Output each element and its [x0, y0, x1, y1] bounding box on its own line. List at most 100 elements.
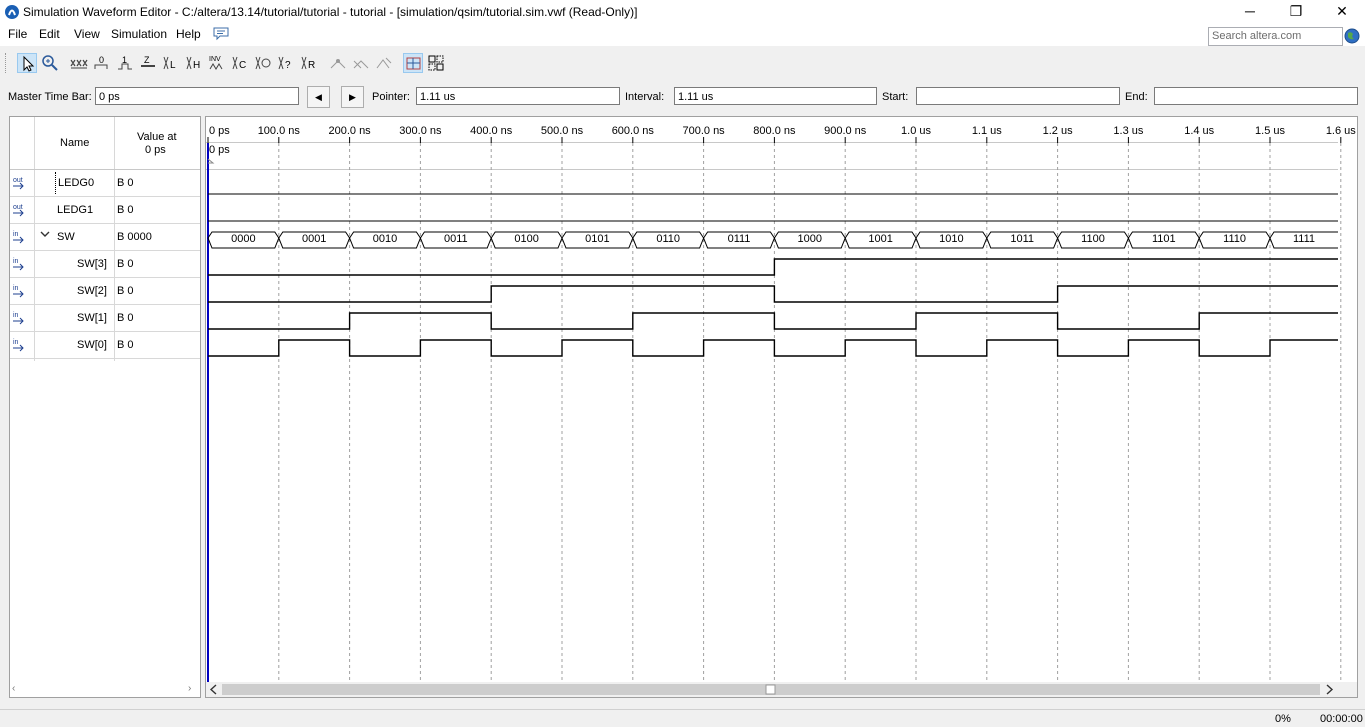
random-value-icon[interactable]: ?	[276, 53, 296, 73]
value-column-header[interactable]: Value at	[137, 131, 177, 143]
arbitrary-value-icon[interactable]: R	[299, 53, 319, 73]
count-value-icon[interactable]: C	[230, 53, 250, 73]
ruler-tick-label: 800.0 ns	[753, 125, 796, 137]
signal-row[interactable]: in SW[1] B 0	[10, 305, 200, 332]
menu-help[interactable]: Help	[176, 27, 201, 41]
ruler-tick-label: 1.0 us	[901, 125, 931, 137]
snap-to-grid-icon[interactable]	[328, 53, 348, 73]
scrollbar-grip	[765, 684, 776, 695]
pin-direction-text: in	[13, 231, 19, 238]
group-edit-icon[interactable]	[374, 53, 394, 73]
end-field[interactable]	[1154, 87, 1358, 105]
scroll-right-icon[interactable]: ›	[188, 683, 191, 694]
bus-value-label: 0100	[514, 233, 538, 245]
start-label: Start:	[882, 91, 909, 103]
bus-value-label: 1001	[868, 233, 892, 245]
signal-value: B 0	[117, 258, 134, 270]
ruler-tick-label: 300.0 ns	[399, 125, 442, 137]
pin-direction-text: in	[13, 285, 19, 292]
bus-value-label: 1010	[939, 233, 963, 245]
pin-direction-text: out	[13, 204, 23, 211]
signal-row[interactable]: in SW B 0000	[10, 224, 200, 251]
high-impedance-icon[interactable]: Z	[138, 53, 158, 73]
pin-direction-text: in	[13, 312, 19, 319]
pin-direction-text: in	[13, 258, 19, 265]
signal-name[interactable]: SW[3]	[77, 258, 107, 270]
pointer-field[interactable]: 1.11 us	[416, 87, 620, 105]
menu-view[interactable]: View	[74, 27, 100, 41]
signal-name[interactable]: SW[0]	[77, 339, 107, 351]
bus-value-label: 1000	[798, 233, 822, 245]
bus-value-label: 1110	[1223, 233, 1246, 245]
svg-text:L: L	[170, 60, 176, 71]
interval-field[interactable]: 1.11 us	[674, 87, 877, 105]
weak-low-icon[interactable]: L	[161, 53, 181, 73]
signal-value: B 0000	[117, 231, 152, 243]
signal-name[interactable]: LEDG0	[55, 172, 112, 194]
ruler-tick-label: 1.6 us	[1326, 125, 1356, 137]
signal-name[interactable]: LEDG1	[57, 204, 93, 216]
close-button[interactable]: ✕	[1319, 0, 1365, 24]
previous-transition-button[interactable]: ◀	[307, 86, 330, 108]
bus-value-label: 1011	[1010, 233, 1034, 245]
signal-row[interactable]: out LEDG1 B 0	[10, 197, 200, 224]
output-pin-icon: out	[13, 204, 24, 217]
scroll-left-icon[interactable]: ‹	[12, 683, 15, 694]
menu-edit[interactable]: Edit	[39, 27, 60, 41]
signal-row[interactable]: in SW[0] B 0	[10, 332, 200, 359]
svg-text:?: ?	[285, 60, 291, 71]
start-field[interactable]	[916, 87, 1120, 105]
menu-simulation[interactable]: Simulation	[111, 27, 167, 41]
svg-text:H: H	[193, 60, 200, 71]
forcing-high-icon[interactable]: 1	[115, 53, 135, 73]
signal-name[interactable]: SW[1]	[77, 312, 107, 324]
input-pin-icon: in	[13, 258, 24, 271]
signal-value: B 0	[117, 204, 134, 216]
input-pin-icon: in	[13, 339, 24, 352]
ruler-tick-label: 1.1 us	[972, 125, 1002, 137]
forcing-low-icon[interactable]: 0	[92, 53, 112, 73]
waveform-canvas[interactable]: 0 ps 100.0 ns 200.0 ns 300.0 ns 400.0 ns 500.…	[206, 117, 1357, 697]
svg-text:C: C	[239, 60, 246, 71]
signal-name[interactable]: SW	[57, 231, 75, 243]
feedback-icon[interactable]	[213, 27, 229, 41]
globe-icon[interactable]	[1344, 28, 1360, 44]
ruler-tick-label: 1.2 us	[1043, 125, 1073, 137]
search-input[interactable]: Search altera.com	[1208, 27, 1343, 46]
collapse-chevron-icon[interactable]	[40, 229, 50, 242]
node-finder-icon[interactable]	[426, 53, 446, 73]
svg-text:Z: Z	[144, 55, 150, 65]
name-column-header[interactable]: Name	[60, 137, 89, 149]
bus-value-label: 0110	[656, 233, 680, 245]
selection-tool-icon[interactable]	[17, 53, 37, 73]
ruler-tick-label: 1.5 us	[1255, 125, 1285, 137]
zoom-tool-icon[interactable]	[40, 53, 60, 73]
input-pin-icon: in	[13, 231, 24, 244]
bus-value-label: 0111	[728, 233, 751, 245]
signal-row[interactable]: in SW[3] B 0	[10, 251, 200, 278]
menu-file[interactable]: File	[8, 27, 27, 41]
signal-name[interactable]: SW[2]	[77, 285, 107, 297]
minimize-button[interactable]: ─	[1227, 0, 1273, 24]
overwrite-clock-icon[interactable]	[253, 53, 273, 73]
time-cursor-label: 0 ps	[209, 144, 230, 156]
ruler-tick-label: 900.0 ns	[824, 125, 867, 137]
master-time-bar-field[interactable]: 0 ps	[95, 87, 299, 105]
next-transition-button[interactable]: ▶	[341, 86, 364, 108]
pin-direction-text: out	[13, 177, 23, 184]
ruler-tick-label: 1.3 us	[1113, 125, 1143, 137]
grid-view-icon[interactable]	[403, 53, 423, 73]
signal-row[interactable]: in SW[2] B 0	[10, 278, 200, 305]
uninitialized-icon[interactable]	[69, 53, 89, 73]
quartus-app-icon	[5, 5, 19, 19]
master-time-bar-label: Master Time Bar:	[8, 91, 92, 103]
weak-high-icon[interactable]: H	[184, 53, 204, 73]
invert-icon[interactable]: INV	[207, 53, 227, 73]
signal-row[interactable]: out LEDG0 B 0	[10, 170, 200, 197]
toolbar: 0 1 Z L H INV C ? R	[0, 50, 1365, 76]
window-title: Simulation Waveform Editor - C:/altera/1…	[23, 5, 638, 19]
snap-to-transition-icon[interactable]	[351, 53, 371, 73]
maximize-button[interactable]: ❐	[1273, 0, 1319, 24]
signal-value: B 0	[117, 312, 134, 324]
bus-value-label: 0011	[444, 233, 468, 245]
